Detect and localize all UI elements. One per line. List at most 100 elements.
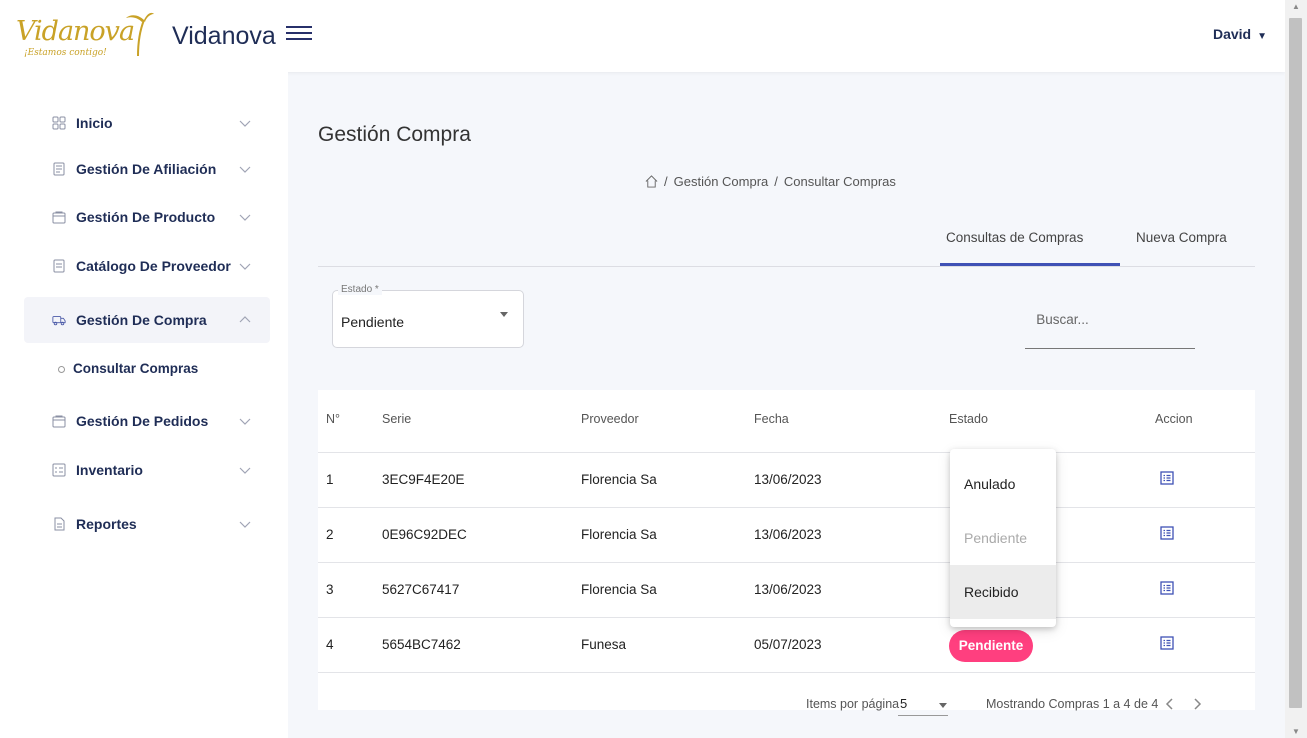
purchases-table bbox=[318, 390, 1255, 710]
estado-label: Estado * bbox=[338, 284, 382, 295]
row-divider bbox=[318, 452, 1255, 453]
column-header-n: N° bbox=[326, 412, 341, 426]
chevron-down-icon bbox=[239, 214, 251, 221]
breadcrumb-separator: / bbox=[664, 174, 668, 189]
hamburger-menu-icon[interactable] bbox=[286, 22, 312, 46]
cell-n: 3 bbox=[326, 582, 334, 597]
sidebar-item-inventario[interactable]: Inventario bbox=[24, 447, 270, 493]
tab-consultas-de-compras[interactable]: Consultas de Compras bbox=[946, 230, 1083, 245]
user-menu[interactable]: David ▼ bbox=[1213, 26, 1267, 42]
catalog-icon bbox=[52, 259, 66, 273]
cell-n: 2 bbox=[326, 527, 334, 542]
vidanova-logo[interactable]: Vidanova ¡Estamos contigo! bbox=[16, 10, 156, 66]
grid-icon bbox=[52, 116, 66, 130]
chevron-up-icon bbox=[239, 316, 251, 323]
sidebar-item-label: Reportes bbox=[76, 516, 137, 532]
status-option-recibido[interactable]: Recibido bbox=[950, 565, 1056, 619]
caret-down-icon[interactable] bbox=[939, 703, 947, 708]
sidebar-item-inicio[interactable]: Inicio bbox=[24, 100, 270, 146]
sidebar-subitem-label: Consultar Compras bbox=[73, 361, 199, 376]
sidebar-item-proveedor[interactable]: Catálogo De Proveedor bbox=[24, 243, 270, 289]
caret-down-icon: ▼ bbox=[1257, 31, 1267, 42]
sidebar-item-label: Gestión De Pedidos bbox=[76, 413, 209, 429]
status-option-anulado[interactable]: Anulado bbox=[950, 457, 1056, 511]
cell-serie: 5627C67417 bbox=[382, 582, 460, 597]
tab-nueva-compra[interactable]: Nueva Compra bbox=[1136, 230, 1227, 245]
next-page-icon[interactable] bbox=[1185, 692, 1209, 716]
column-header-serie: Serie bbox=[382, 412, 412, 426]
scroll-up-icon[interactable]: ▲ bbox=[1285, 2, 1307, 11]
breadcrumb: / Gestión Compra / Consultar Compras bbox=[645, 174, 896, 189]
page-scrollbar[interactable]: ▲ ▼ bbox=[1285, 0, 1307, 738]
chevron-down-icon bbox=[239, 418, 251, 425]
sidebar-item-label: Gestión De Afiliación bbox=[76, 161, 217, 177]
status-option-pendiente: Pendiente bbox=[964, 530, 1028, 546]
sidebar-item-pedidos[interactable]: Gestión De Pedidos bbox=[24, 398, 270, 444]
details-icon[interactable] bbox=[1160, 636, 1174, 650]
page-title: Gestión Compra bbox=[318, 123, 471, 146]
sidebar: Inicio Gestión De Afiliación Gestión De … bbox=[0, 72, 288, 738]
column-header-proveedor: Proveedor bbox=[581, 412, 639, 426]
sidebar-item-label: Catálogo De Proveedor bbox=[76, 258, 231, 274]
document-icon bbox=[52, 162, 66, 176]
cell-n: 1 bbox=[326, 472, 334, 487]
cell-fecha: 13/06/2023 bbox=[754, 472, 822, 487]
brand-name: Vidanova bbox=[172, 22, 276, 50]
sidebar-item-compra[interactable]: Gestión De Compra bbox=[24, 297, 270, 343]
cell-fecha: 13/06/2023 bbox=[754, 527, 822, 542]
row-divider bbox=[318, 617, 1255, 618]
top-bar: Vidanova ¡Estamos contigo! Vidanova Davi… bbox=[0, 0, 1285, 72]
scroll-thumb[interactable] bbox=[1289, 18, 1302, 708]
sidebar-subitem-consultar-compras[interactable]: Consultar Compras bbox=[58, 361, 198, 376]
cell-fecha: 05/07/2023 bbox=[754, 637, 822, 652]
bag-icon bbox=[52, 414, 66, 428]
column-header-accion: Accion bbox=[1155, 412, 1193, 426]
sidebar-item-producto[interactable]: Gestión De Producto bbox=[24, 194, 270, 240]
chevron-down-icon bbox=[239, 467, 251, 474]
details-icon[interactable] bbox=[1160, 471, 1174, 485]
breadcrumb-separator: / bbox=[774, 174, 778, 189]
sidebar-item-label: Inventario bbox=[76, 462, 143, 478]
column-header-fecha: Fecha bbox=[754, 412, 789, 426]
logo-tagline: ¡Estamos contigo! bbox=[24, 48, 107, 58]
palm-icon bbox=[126, 12, 154, 56]
list-icon bbox=[52, 463, 66, 477]
chevron-down-icon bbox=[239, 166, 251, 173]
active-tab-indicator bbox=[940, 263, 1120, 266]
search-placeholder: Buscar... bbox=[1036, 312, 1089, 327]
sidebar-item-label: Gestión De Producto bbox=[76, 209, 216, 225]
details-icon[interactable] bbox=[1160, 526, 1174, 540]
sidebar-item-label: Inicio bbox=[76, 115, 113, 131]
row-divider bbox=[318, 507, 1255, 508]
page-size-underline bbox=[898, 715, 948, 716]
tabs-divider bbox=[318, 266, 1255, 267]
previous-page-icon[interactable] bbox=[1158, 692, 1182, 716]
scroll-down-icon[interactable]: ▼ bbox=[1285, 727, 1307, 736]
cell-proveedor: Florencia Sa bbox=[581, 527, 657, 542]
sidebar-item-label: Gestión De Compra bbox=[76, 312, 207, 328]
column-header-estado: Estado bbox=[949, 412, 988, 426]
chevron-down-icon bbox=[239, 263, 251, 270]
sidebar-item-reportes[interactable]: Reportes bbox=[24, 501, 270, 547]
status-badge[interactable]: Pendiente bbox=[949, 630, 1033, 662]
sidebar-item-afiliacion[interactable]: Gestión De Afiliación bbox=[24, 146, 270, 192]
home-icon[interactable] bbox=[645, 175, 658, 188]
file-icon bbox=[52, 517, 66, 531]
select-arrow-icon[interactable] bbox=[500, 312, 508, 317]
cell-serie: 3EC9F4E20E bbox=[382, 472, 465, 487]
chevron-down-icon bbox=[239, 120, 251, 127]
breadcrumb-gestion-compra[interactable]: Gestión Compra bbox=[674, 174, 769, 189]
details-icon[interactable] bbox=[1160, 581, 1174, 595]
page-size-select[interactable]: 5 bbox=[900, 696, 907, 711]
cell-n: 4 bbox=[326, 637, 334, 652]
row-divider bbox=[318, 562, 1255, 563]
cell-proveedor: Funesa bbox=[581, 637, 627, 652]
estado-value: Pendiente bbox=[341, 314, 405, 330]
items-per-page-label: Items por página bbox=[806, 697, 900, 711]
breadcrumb-consultar-compras: Consultar Compras bbox=[783, 174, 896, 189]
cell-fecha: 13/06/2023 bbox=[754, 582, 822, 597]
cell-proveedor: Florencia Sa bbox=[581, 472, 657, 487]
bullet-icon bbox=[58, 365, 65, 373]
cell-serie: 0E96C92DEC bbox=[382, 527, 467, 542]
user-name: David bbox=[1212, 26, 1252, 42]
